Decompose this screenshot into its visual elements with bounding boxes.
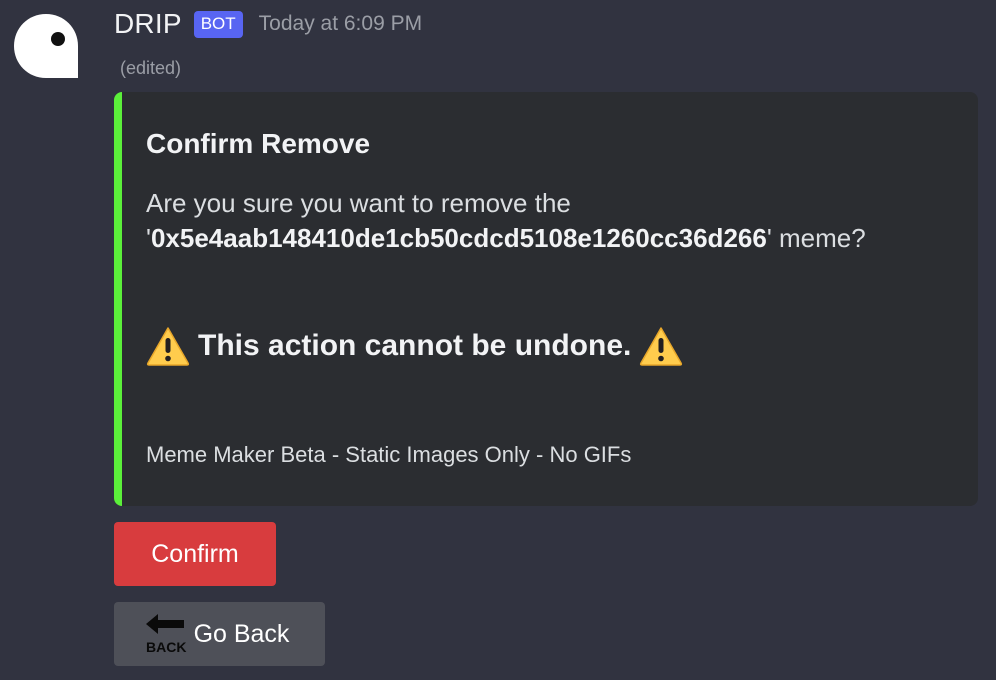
svg-text:BACK: BACK <box>146 639 186 655</box>
message-header: DRIP BOT Today at 6:09 PM <box>114 6 422 42</box>
message-timestamp[interactable]: Today at 6:09 PM <box>259 12 422 36</box>
meme-id: 0x5e4aab148410de1cb50cdcd5108e1260cc36d2… <box>150 223 767 253</box>
warning-text: This action cannot be undone. <box>198 329 632 362</box>
embed-accent-bar <box>114 92 122 506</box>
embed-title: Confirm Remove <box>146 128 371 159</box>
warning-icon <box>146 326 190 366</box>
go-back-button-label: Go Back <box>193 619 290 648</box>
warning-line: This action cannot be undone. <box>146 326 683 366</box>
confirm-button-label: Confirm <box>151 539 239 568</box>
chat-message: DRIP BOT Today at 6:09 PM (edited) Confi… <box>0 0 996 680</box>
description-meme-line: '0x5e4aab148410de1cb50cdcd5108e1260cc36d… <box>146 221 946 256</box>
edited-indicator: (edited) <box>120 58 182 78</box>
quote-close: ' meme? <box>766 223 866 253</box>
author-name[interactable]: DRIP <box>114 8 182 40</box>
confirm-button[interactable]: Confirm <box>114 522 276 586</box>
embed-card: Confirm Remove Are you sure you want to … <box>114 92 978 506</box>
embed-footer: Meme Maker Beta - Static Images Only - N… <box>146 442 632 467</box>
ghost-avatar-icon[interactable] <box>12 12 80 80</box>
bot-badge: BOT <box>193 10 243 38</box>
description-line: Are you sure you want to remove the <box>146 188 571 218</box>
warning-icon <box>639 326 683 366</box>
embed-description: Are you sure you want to remove the '0x5… <box>146 186 946 256</box>
go-back-button[interactable]: BACK Go Back <box>114 602 325 666</box>
back-arrow-icon: BACK <box>142 612 188 656</box>
